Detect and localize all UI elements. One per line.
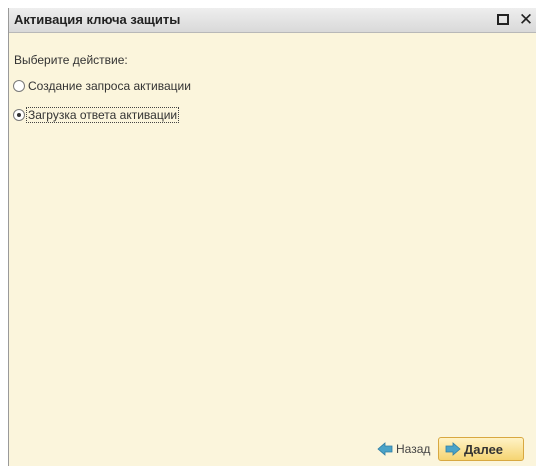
arrow-right-icon <box>445 442 461 456</box>
option-create-request[interactable]: Создание запроса активации <box>13 78 192 94</box>
back-button[interactable]: Назад <box>377 437 430 461</box>
back-button-label: Назад <box>396 442 431 456</box>
maximize-icon[interactable] <box>492 9 514 31</box>
dialog-content: Выберите действие: Создание запроса акти… <box>9 33 536 466</box>
title-bar[interactable]: Активация ключа защиты ✕ <box>9 8 536 33</box>
option-load-response-label: Загрузка ответа активации <box>25 107 180 123</box>
next-button-label: Далее <box>464 441 504 457</box>
activation-dialog: Активация ключа защиты ✕ Выберите действ… <box>8 8 536 466</box>
option-load-response[interactable]: Загрузка ответа активации <box>13 107 180 123</box>
option-create-request-label: Создание запроса активации <box>28 79 191 93</box>
window-title: Активация ключа защиты <box>14 12 181 27</box>
radio-load-response[interactable] <box>13 109 25 121</box>
radio-create-request[interactable] <box>13 80 25 92</box>
action-prompt: Выберите действие: <box>14 53 128 67</box>
next-button[interactable]: Далее <box>438 437 524 461</box>
arrow-left-icon <box>377 442 393 456</box>
close-icon[interactable]: ✕ <box>515 9 536 31</box>
